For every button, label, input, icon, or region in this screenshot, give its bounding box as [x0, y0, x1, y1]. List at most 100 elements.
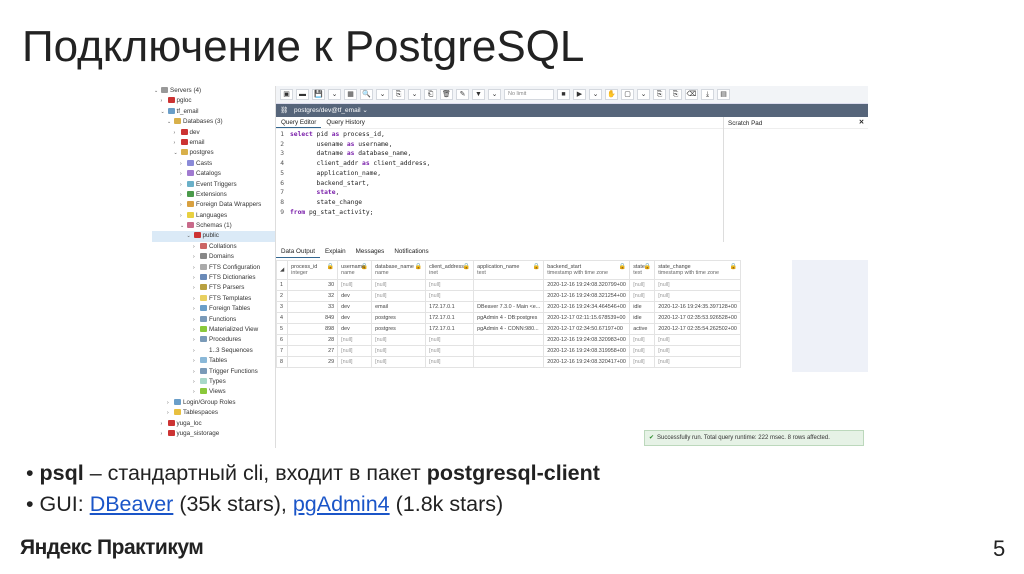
tree-item[interactable]: › Tables [152, 356, 275, 366]
tree-item[interactable]: ⌄ Databases (3) [152, 117, 275, 127]
tree-item[interactable]: › Procedures [152, 335, 275, 345]
tree-item[interactable]: › Views [152, 387, 275, 397]
table-cell[interactable]: 33 [287, 301, 339, 313]
table-cell[interactable]: [null] [371, 345, 427, 357]
chevron-right-icon[interactable]: › [161, 96, 168, 106]
chevron-right-icon[interactable]: › [180, 200, 187, 210]
table-cell[interactable]: postgres [371, 323, 427, 335]
tree-item[interactable]: › FTS Templates [152, 294, 275, 304]
tree-item[interactable]: › Foreign Data Wrappers [152, 200, 275, 210]
table-cell[interactable]: 2020-12-16 19:24:34.464546+00 [543, 301, 631, 313]
table-cell[interactable]: pgAdmin 4 - CONN:980... [473, 323, 545, 335]
table-cell[interactable]: [null] [337, 356, 373, 368]
table-cell[interactable]: dev [337, 312, 373, 324]
table-cell[interactable]: [null] [654, 356, 742, 368]
chevron-right-icon[interactable]: › [193, 377, 200, 387]
table-cell[interactable]: 849 [287, 312, 339, 324]
table-cell[interactable]: active [629, 323, 656, 335]
chevron-right-icon[interactable]: › [193, 263, 200, 273]
chevron-right-icon[interactable]: › [193, 346, 200, 356]
tree-item[interactable]: › 1..3 Sequences [152, 346, 275, 356]
table-cell[interactable]: 172.17.0.1 [425, 301, 475, 313]
tree-item[interactable]: › Login/Group Roles [152, 398, 275, 408]
table-cell[interactable]: 898 [287, 323, 339, 335]
chevron-right-icon[interactable]: › [193, 335, 200, 345]
table-cell[interactable]: 2020-12-16 19:24:08.320983+00 [543, 334, 631, 346]
column-header[interactable]: 🔒 state text [629, 260, 656, 280]
tree-item[interactable]: › Catalogs [152, 169, 275, 179]
tree-item[interactable]: ⌄ Servers (4) [152, 86, 275, 96]
table-cell[interactable]: 32 [287, 290, 339, 302]
chevron-down-icon[interactable]: ⌄ [187, 231, 194, 241]
chevron-right-icon[interactable]: › [193, 356, 200, 366]
table-row[interactable]: 4 849 dev postgres 172.17.0.1 pgAdmin 4 - DB:… [275, 312, 742, 324]
table-cell[interactable] [473, 279, 545, 291]
table-row[interactable]: 8 29 [null] [null] [null] 2020-12-16 19:24:08… [275, 356, 742, 368]
table-cell[interactable]: email [371, 301, 427, 313]
toolbar-button[interactable]: ✎ [456, 89, 469, 100]
toolbar-button[interactable]: 💾 [312, 89, 325, 100]
table-cell[interactable]: 172.17.0.1 [425, 323, 475, 335]
table-cell[interactable]: 30 [287, 279, 339, 291]
table-cell[interactable]: 2020-12-17 02:35:53.926528+00 [654, 312, 742, 324]
table-cell[interactable]: [null] [654, 345, 742, 357]
chevron-right-icon[interactable]: › [180, 169, 187, 179]
table-cell[interactable]: [null] [629, 345, 656, 357]
toolbar-button[interactable]: ⌫ [685, 89, 698, 100]
chevron-right-icon[interactable]: › [167, 408, 174, 418]
toolbar-button[interactable]: ▦ [344, 89, 357, 100]
column-header[interactable]: 🔒 application_name text [473, 260, 545, 280]
chevron-down-icon[interactable]: ⌄ [161, 107, 168, 117]
table-cell[interactable]: 27 [287, 345, 339, 357]
dbeaver-link[interactable]: DBeaver [90, 492, 174, 516]
table-cell[interactable]: [null] [629, 290, 656, 302]
table-cell[interactable]: 2020-12-16 19:24:08.321254+00 [543, 290, 631, 302]
chevron-right-icon[interactable]: › [193, 273, 200, 283]
tree-item[interactable]: › Materialized View [152, 325, 275, 335]
tree-item[interactable]: ⌄ public [152, 231, 275, 242]
table-row[interactable]: 5 898 dev postgres 172.17.0.1 pgAdmin 4 - CON… [275, 323, 742, 335]
result-tab[interactable]: Explain [320, 246, 351, 258]
pgadmin4-link[interactable]: pgAdmin4 [293, 492, 390, 516]
toolbar-button[interactable]: ⌄ [488, 89, 501, 100]
column-header[interactable]: 🔒 state_change timestamp with time zone [654, 260, 742, 280]
tree-item[interactable]: › Event Triggers [152, 180, 275, 190]
tree-item[interactable]: › Trigger Functions [152, 367, 275, 377]
toolbar-button[interactable]: ▶ [573, 89, 586, 100]
toolbar-button[interactable]: ▤ [717, 89, 730, 100]
chevron-down-icon[interactable]: ⌄ [167, 117, 174, 127]
toolbar-button[interactable]: ⤓ [701, 89, 714, 100]
table-cell[interactable]: [null] [337, 334, 373, 346]
chevron-right-icon[interactable]: › [180, 180, 187, 190]
toolbar-button[interactable]: 🗑 [440, 89, 453, 100]
tree-item[interactable]: › Foreign Tables [152, 304, 275, 314]
toolbar-button[interactable]: ⌄ [408, 89, 421, 100]
tree-item[interactable]: ⌄ Schemas (1) [152, 221, 275, 231]
table-cell[interactable]: 29 [287, 356, 339, 368]
table-cell[interactable]: 2020-12-16 19:24:08.320417+00 [543, 356, 631, 368]
table-cell[interactable]: [null] [629, 334, 656, 346]
toolbar-button[interactable]: ▣ [280, 89, 293, 100]
chevron-right-icon[interactable]: › [193, 325, 200, 335]
table-cell[interactable]: [null] [337, 279, 373, 291]
toolbar-button[interactable]: 🔍 [360, 89, 373, 100]
tree-item[interactable]: › Domains [152, 252, 275, 262]
chevron-right-icon[interactable]: › [180, 211, 187, 221]
table-cell[interactable]: DBeaver 7.3.0 - Main <e... [473, 301, 545, 313]
chevron-down-icon[interactable]: ⌄ [180, 221, 187, 231]
tree-item[interactable]: ⌄ postgres [152, 148, 275, 158]
column-header[interactable]: 🔒 client_address inet [425, 260, 475, 280]
chevron-right-icon[interactable]: › [174, 128, 181, 138]
tree-item[interactable]: › FTS Dictionaries [152, 273, 275, 283]
tree-item[interactable]: › pgloc [152, 96, 275, 106]
table-cell[interactable]: [null] [425, 345, 475, 357]
toolbar-button[interactable]: ▢ [621, 89, 634, 100]
toolbar-button[interactable]: ⎘ [669, 89, 682, 100]
chevron-right-icon[interactable]: › [161, 429, 168, 439]
column-header[interactable]: 🔒 backend_start timestamp with time zone [543, 260, 631, 280]
table-cell[interactable]: idle [629, 301, 656, 313]
table-cell[interactable]: 2020-12-17 02:35:54.262502+00 [654, 323, 742, 335]
table-cell[interactable] [473, 290, 545, 302]
toolbar-button[interactable]: ⎘ [653, 89, 666, 100]
toolbar-button[interactable]: ▬ [296, 89, 309, 100]
